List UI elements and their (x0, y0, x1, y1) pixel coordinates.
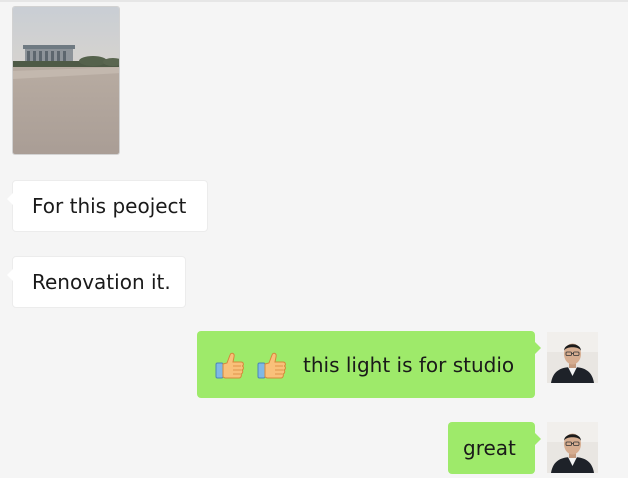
received-image-message[interactable] (12, 6, 120, 155)
received-message-bubble[interactable]: Renovation it. (7, 256, 186, 308)
user-avatar-icon (547, 422, 598, 473)
sent-message-bubble[interactable]: this light is for studio (197, 331, 541, 398)
received-message-bubble[interactable]: For this peoject (7, 180, 208, 232)
thumbs-up-icon (255, 348, 289, 382)
sent-message-bubble[interactable]: great (448, 422, 541, 474)
avatar[interactable] (547, 332, 598, 383)
building-photo-icon (13, 7, 119, 154)
thumbs-up-icon (213, 348, 247, 382)
message-text: Renovation it. (32, 270, 171, 294)
top-divider (0, 0, 628, 2)
message-text: For this peoject (32, 194, 187, 218)
message-text: great (463, 436, 516, 460)
user-avatar-icon (547, 332, 598, 383)
avatar[interactable] (547, 422, 598, 473)
message-text: this light is for studio (303, 352, 515, 377)
